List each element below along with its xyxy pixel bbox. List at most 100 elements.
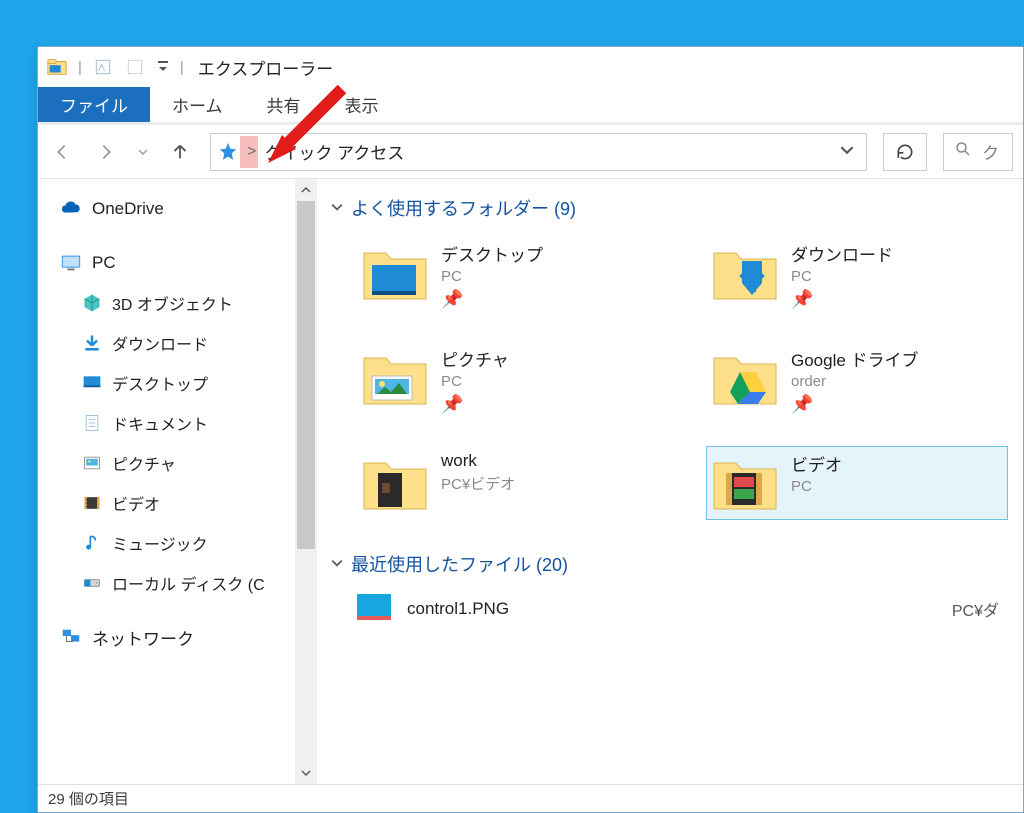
folder-name: ダウンロード: [791, 241, 893, 266]
nav-recent-dropdown[interactable]: [136, 138, 150, 166]
tree-pc[interactable]: PC: [38, 243, 295, 283]
folder-sub: PC: [791, 268, 893, 285]
tree-music[interactable]: ミュージック: [38, 523, 295, 563]
recent-file-path: PC¥ダ: [952, 597, 1003, 621]
separator-icon: |: [180, 59, 184, 76]
tree-documents[interactable]: ドキュメント: [38, 403, 295, 443]
tab-label: ファイル: [60, 92, 128, 117]
group-frequent-header[interactable]: よく使用するフォルダー (9): [317, 193, 1023, 231]
content-scrollbar[interactable]: [295, 179, 317, 784]
pictures-folder-icon: [361, 346, 429, 410]
tree-label: ダウンロード: [112, 331, 208, 355]
folder-item-desktop[interactable]: デスクトップ PC 📌: [357, 237, 657, 314]
pin-icon: 📌: [441, 394, 509, 415]
onedrive-icon: [60, 198, 82, 220]
folder-sub: PC: [791, 478, 842, 495]
scroll-track[interactable]: [295, 201, 317, 762]
document-icon: [82, 413, 102, 433]
folder-thumb-icon: [361, 451, 429, 515]
image-file-icon: [357, 594, 391, 625]
downloads-folder-icon: [711, 241, 779, 305]
qat-newfolder-button[interactable]: [124, 56, 146, 78]
tree-label: ビデオ: [112, 491, 160, 515]
content-pane: よく使用するフォルダー (9) デスクトップ PC 📌: [317, 179, 1023, 784]
tree-3d-objects[interactable]: 3D オブジェクト: [38, 283, 295, 323]
tree-label: ピクチャ: [112, 451, 176, 475]
network-icon: [60, 626, 82, 648]
folder-item-videos[interactable]: ビデオ PC: [707, 447, 1007, 519]
tab-share[interactable]: 共有: [245, 87, 323, 122]
group-recent-header[interactable]: 最近使用したファイル (20): [317, 549, 1023, 587]
breadcrumb-separator-icon[interactable]: >: [247, 143, 256, 161]
tree-label: ネットワーク: [92, 625, 194, 650]
window-title: エクスプローラー: [198, 55, 334, 80]
chevron-down-icon: [331, 556, 343, 572]
tree-label: ローカル ディスク (C: [112, 571, 265, 595]
status-bar: 29 個の項目: [38, 784, 1023, 812]
download-arrow-icon: [82, 333, 102, 353]
tree-videos[interactable]: ビデオ: [38, 483, 295, 523]
folder-name: ビデオ: [791, 451, 842, 476]
folder-item-downloads[interactable]: ダウンロード PC 📌: [707, 237, 1007, 314]
folder-item-gdrive[interactable]: Google ドライブ order 📌: [707, 342, 1007, 419]
folder-item-pictures[interactable]: ピクチャ PC 📌: [357, 342, 657, 419]
recent-item[interactable]: control1.PNG PC¥ダ: [357, 587, 1003, 631]
address-dropdown-button[interactable]: [834, 143, 860, 161]
tree-label: デスクトップ: [112, 371, 208, 395]
pin-icon: 📌: [791, 394, 919, 415]
group-title: 最近使用したファイル (20): [351, 551, 568, 577]
tree-desktop[interactable]: デスクトップ: [38, 363, 295, 403]
recent-list: control1.PNG PC¥ダ: [317, 587, 1023, 631]
tree-label: PC: [92, 253, 116, 273]
tree-local-disk-c[interactable]: ローカル ディスク (C: [38, 563, 295, 603]
qat-properties-button[interactable]: [92, 56, 114, 78]
scroll-up-button[interactable]: [295, 179, 317, 201]
tree-label: ミュージック: [112, 531, 208, 555]
address-location[interactable]: クイック アクセス: [264, 139, 404, 164]
tree-onedrive[interactable]: OneDrive: [38, 189, 295, 229]
tree-downloads[interactable]: ダウンロード: [38, 323, 295, 363]
folder-grid: デスクトップ PC 📌 ダウンロード PC 📌: [317, 231, 1023, 549]
cube-icon: [82, 293, 102, 313]
tree-label: OneDrive: [92, 199, 164, 219]
tab-file[interactable]: ファイル: [38, 87, 150, 122]
folder-item-work[interactable]: work PC¥ビデオ: [357, 447, 657, 519]
nav-up-button[interactable]: [166, 138, 194, 166]
refresh-button[interactable]: [883, 133, 927, 171]
folder-name: Google ドライブ: [791, 346, 919, 371]
search-box[interactable]: ク: [943, 133, 1013, 171]
gdrive-folder-icon: [711, 346, 779, 410]
search-icon: [954, 140, 972, 163]
tree-pictures[interactable]: ピクチャ: [38, 443, 295, 483]
explorer-icon: [46, 56, 68, 78]
pin-icon: 📌: [791, 289, 893, 310]
disk-icon: [82, 573, 102, 593]
nav-back-button[interactable]: [48, 138, 76, 166]
tab-view[interactable]: 表示: [323, 87, 401, 122]
explorer-window: | | エクスプローラー ファイル ホーム 共有 表示: [37, 46, 1024, 813]
chevron-down-icon: [331, 200, 343, 216]
qat-customize-button[interactable]: [156, 56, 170, 78]
tab-label: ホーム: [172, 92, 223, 117]
ribbon-tabs: ファイル ホーム 共有 表示: [38, 87, 1023, 125]
scroll-thumb[interactable]: [297, 201, 315, 549]
folder-sub: order: [791, 373, 919, 390]
scroll-down-button[interactable]: [295, 762, 317, 784]
tab-home[interactable]: ホーム: [150, 87, 245, 122]
tab-label: 表示: [345, 92, 379, 117]
folder-sub: PC: [441, 373, 509, 390]
status-item-count: 29 個の項目: [48, 788, 129, 809]
titlebar: | | エクスプローラー: [38, 47, 1023, 87]
tree-network[interactable]: ネットワーク: [38, 617, 295, 657]
video-icon: [82, 493, 102, 513]
tab-label: 共有: [267, 92, 301, 117]
music-note-icon: [82, 533, 102, 553]
nav-forward-button[interactable]: [92, 138, 120, 166]
desktop-folder-icon: [361, 241, 429, 305]
nav-tree: OneDrive PC 3D オブジェクト ダウンロード デスクトップ ドキ: [38, 179, 295, 784]
videos-folder-icon: [711, 451, 779, 515]
pc-icon: [60, 252, 82, 274]
desktop-icon: [82, 373, 102, 393]
address-bar[interactable]: > クイック アクセス: [210, 133, 867, 171]
quick-access-star-icon: [217, 141, 239, 163]
